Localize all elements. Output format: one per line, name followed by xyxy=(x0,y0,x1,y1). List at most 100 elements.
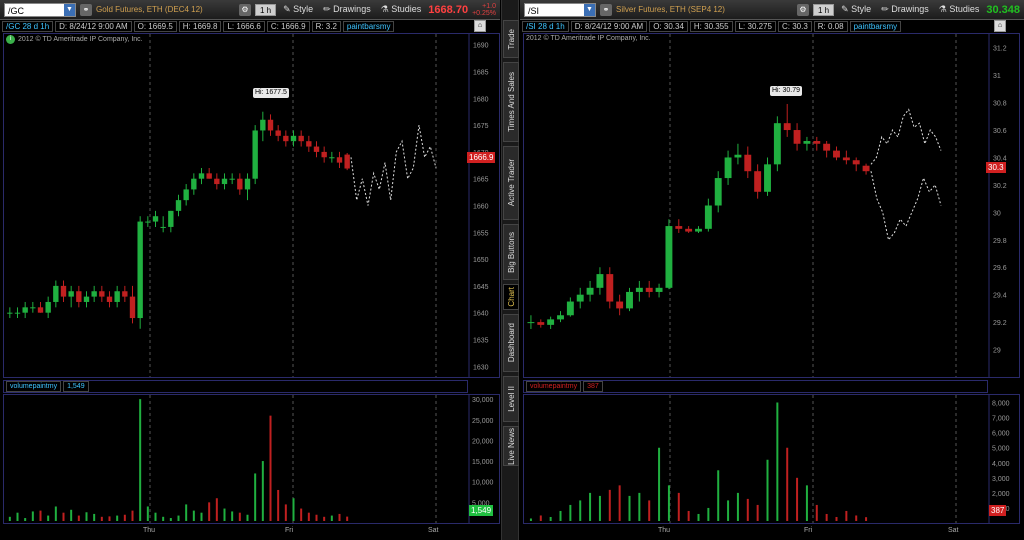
candle-body xyxy=(191,178,197,190)
vol-tick-label: 15,000 xyxy=(472,459,494,466)
y-tick-label: 29.4 xyxy=(993,293,1007,300)
side-tab-dashboard[interactable]: Dashboard xyxy=(503,314,519,372)
left-study-label[interactable]: paintbarsmy xyxy=(342,20,395,32)
y-tick-label: 1680 xyxy=(473,96,489,103)
vol-tick-label: 7,000 xyxy=(992,416,1010,423)
right-price-chart[interactable]: 31.23130.830.630.430.23029.829.629.429.2… xyxy=(523,33,1020,378)
candle-body xyxy=(298,135,304,142)
right-style-button[interactable]: ✎ Style xyxy=(838,4,874,15)
y-tick-label: 1655 xyxy=(473,230,489,237)
left-period-button[interactable]: 1 h xyxy=(254,3,277,16)
right-study-label[interactable]: paintbarsmy xyxy=(849,20,902,32)
candle-body xyxy=(833,150,840,158)
right-symbol-input[interactable]: /SI ▼ xyxy=(524,2,596,17)
y-tick-label: 30 xyxy=(993,210,1001,217)
right-studies-button[interactable]: ⚗ Studies xyxy=(936,4,983,15)
vol-tick-label: 20,000 xyxy=(472,438,494,445)
symbol-dropdown-icon[interactable]: ▼ xyxy=(64,3,75,16)
right-gear-icon[interactable]: ⚙ xyxy=(797,3,809,16)
vol-tick-label: 2,000 xyxy=(992,491,1010,498)
right-drawings-button[interactable]: ✏ Drawings xyxy=(878,4,932,15)
y-tick-label: 1645 xyxy=(473,284,489,291)
right-info-symbol: /SI 28 d 1h xyxy=(522,20,569,32)
candle-body xyxy=(198,173,205,179)
candle-body xyxy=(823,143,831,151)
right-volume-study[interactable]: volumepaintmy xyxy=(526,381,582,392)
symbol-dropdown-icon[interactable]: ▼ xyxy=(584,3,595,16)
left-drawings-button[interactable]: ✏ Drawings xyxy=(320,4,374,15)
right-volume-chart[interactable]: 8,0007,0006,0005,0004,0003,0002,0001,000 xyxy=(523,394,1020,524)
candle-body xyxy=(842,157,850,161)
side-tab-times-and-sales[interactable]: Times And Sales xyxy=(503,62,519,142)
link-icon[interactable]: ⚭ xyxy=(600,3,612,16)
right-info-close: C: 30.3 xyxy=(777,20,812,32)
candle-body xyxy=(626,291,633,309)
left-price-chart[interactable]: 1690168516801675167016651660165516501645… xyxy=(3,33,500,378)
y-tick-label: 1635 xyxy=(473,337,489,344)
candle-body xyxy=(237,178,243,190)
candle-body xyxy=(336,157,343,163)
candle-body xyxy=(30,307,36,309)
side-tab-live-news[interactable]: Live News xyxy=(503,426,519,466)
right-info-range: R: 0.08 xyxy=(813,20,848,32)
left-gear-icon[interactable]: ⚙ xyxy=(238,3,251,16)
candle-body xyxy=(783,123,791,131)
left-chart-settings-icon[interactable]: ⌂ xyxy=(474,20,486,32)
left-info-bar: /GC 28 d 1h D: 8/24/12 9:00 AM O: 1669.5… xyxy=(0,20,468,32)
y-tick-label: 29.6 xyxy=(993,265,1007,272)
candle-body xyxy=(744,154,752,172)
candle-body xyxy=(122,291,128,297)
candle-body xyxy=(537,322,545,325)
y-tick-label: 1685 xyxy=(473,70,489,77)
candle-body xyxy=(99,291,105,297)
left-info-symbol: /GC 28 d 1h xyxy=(2,20,54,32)
candle-body xyxy=(53,285,59,302)
right-chart-settings-icon[interactable]: ⌂ xyxy=(994,20,1006,32)
left-volume-tag: 1,549 xyxy=(469,505,494,516)
side-tab-trade[interactable]: Trade xyxy=(503,20,519,58)
left-volume-study[interactable]: volumepaintmy xyxy=(6,381,62,392)
left-info-open: O: 1669.5 xyxy=(133,20,177,32)
vol-tick-label: 8,000 xyxy=(992,401,1010,408)
left-info-high: H: 1669.8 xyxy=(178,20,222,32)
side-tab-chart[interactable]: Chart xyxy=(503,284,519,310)
left-studies-button[interactable]: ⚗ Studies xyxy=(378,4,425,15)
side-tab-active-trader[interactable]: Active Trader xyxy=(503,146,519,220)
candle-body xyxy=(60,285,67,297)
right-x-label-sat: Sat xyxy=(948,527,959,534)
candle-body xyxy=(665,226,673,288)
vol-tick-label: 4,000 xyxy=(992,461,1010,468)
candle-body xyxy=(645,287,653,292)
left-change: +1.0 +0.25% xyxy=(472,2,496,17)
candle-body xyxy=(576,294,584,302)
left-symbol-input[interactable]: /GC ▼ xyxy=(4,2,76,17)
side-tab-level-ii[interactable]: Level II xyxy=(503,376,519,422)
candle-body xyxy=(862,165,870,172)
candle-body xyxy=(129,296,136,319)
left-volume-chart[interactable]: 30,00025,00020,00015,00010,0005,000 xyxy=(3,394,500,524)
candle-body xyxy=(37,307,44,313)
link-icon[interactable]: ⚭ xyxy=(80,3,92,16)
projection-line-upper xyxy=(870,108,942,165)
candle-body xyxy=(160,226,166,228)
left-high-label: Hi: 1677.5 xyxy=(253,88,289,98)
candle-body xyxy=(852,160,860,165)
candle-body xyxy=(803,141,811,144)
y-tick-label: 30.2 xyxy=(993,183,1007,190)
left-x-label-sat: Sat xyxy=(428,527,439,534)
left-style-button[interactable]: ✎ Style xyxy=(280,4,316,15)
candle-body xyxy=(586,287,594,295)
right-volume-tag: 387 xyxy=(989,505,1007,516)
y-tick-label: 29 xyxy=(993,348,1001,355)
side-tab-big-buttons[interactable]: Big Buttons xyxy=(503,224,519,280)
candle-body xyxy=(252,130,258,179)
right-volume-value: 387 xyxy=(583,381,603,392)
projection-line xyxy=(350,125,437,206)
candle-body xyxy=(91,291,97,297)
candle-body xyxy=(557,315,564,320)
candle-body xyxy=(114,291,120,302)
candle-body xyxy=(655,287,663,292)
gear-icon[interactable]: i xyxy=(6,35,15,44)
right-period-button[interactable]: 1 h xyxy=(813,3,835,16)
candle-body xyxy=(695,228,702,232)
